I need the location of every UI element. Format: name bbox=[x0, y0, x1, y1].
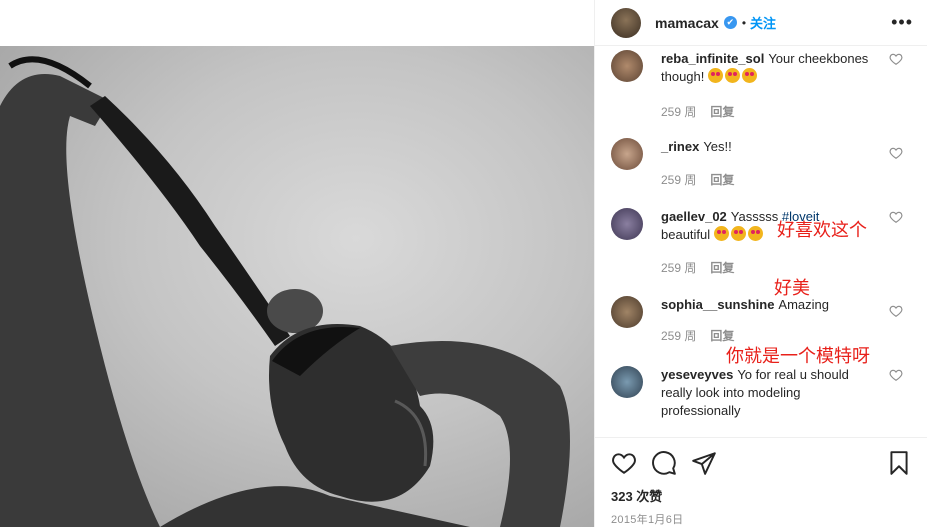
comment-time: 259 周 bbox=[661, 173, 697, 187]
post-sidebar: mamacax ✔ • 关注 ••• reba_infinite_sol Your… bbox=[594, 0, 927, 527]
commenter-username[interactable]: reba_infinite_sol bbox=[661, 51, 764, 66]
heart-eyes-emoji bbox=[730, 226, 746, 241]
heart-eyes-emoji bbox=[742, 68, 757, 83]
heart-eyes-emoji bbox=[725, 68, 740, 83]
heart-eyes-emoji bbox=[747, 226, 763, 241]
reply-button[interactable]: 回复 bbox=[710, 105, 734, 119]
commenter-username[interactable]: gaellev_02 bbox=[661, 209, 727, 224]
commenter-username[interactable]: yeseveyves bbox=[661, 367, 733, 382]
commenter-avatar[interactable] bbox=[611, 50, 643, 82]
commenter-username[interactable]: sophia__sunshine bbox=[661, 297, 774, 312]
commenter-avatar[interactable] bbox=[611, 296, 643, 328]
post-media bbox=[0, 0, 594, 527]
share-icon[interactable] bbox=[691, 450, 717, 476]
author-avatar[interactable] bbox=[611, 7, 641, 38]
commenter-avatar[interactable] bbox=[611, 366, 643, 398]
comment-icon[interactable] bbox=[651, 450, 677, 476]
comments-list[interactable]: reba_infinite_sol Your cheekbones though!… bbox=[595, 46, 927, 436]
comment-content: Yasssss bbox=[730, 209, 779, 224]
commenter-username[interactable]: _rinex bbox=[661, 139, 699, 154]
annotation-note-3: 你就是一个模特呀 bbox=[726, 346, 870, 367]
post-photo[interactable] bbox=[0, 46, 594, 527]
annotation-note-1: 好喜欢这个 bbox=[777, 220, 867, 241]
comment-like-icon[interactable] bbox=[889, 368, 903, 382]
action-icons bbox=[611, 450, 912, 478]
comment-time: 259 周 bbox=[661, 105, 697, 119]
comment-text: yeseveyves Yo for real u should really lo… bbox=[661, 366, 871, 420]
post-actions: 323 次赞 2015年1月6日 bbox=[595, 437, 927, 527]
comment-time: 259 周 bbox=[661, 261, 697, 275]
comment-time: 259 周 bbox=[661, 329, 697, 343]
heart-eyes-emoji bbox=[708, 68, 723, 83]
comment-meta: 259 周回复 bbox=[661, 259, 748, 276]
author-username[interactable]: mamacax bbox=[655, 15, 719, 31]
comment-content: Yes!! bbox=[703, 139, 732, 154]
more-icon[interactable]: ••• bbox=[891, 12, 913, 33]
reply-button[interactable]: 回复 bbox=[710, 329, 734, 343]
reply-button[interactable]: 回复 bbox=[710, 261, 734, 275]
comment-meta: 259 周回复 bbox=[661, 103, 748, 120]
heart-eyes-emoji bbox=[713, 226, 729, 241]
commenter-avatar[interactable] bbox=[611, 208, 643, 240]
comment-like-icon[interactable] bbox=[889, 146, 903, 160]
heart-icon[interactable] bbox=[611, 450, 637, 476]
comment-text: _rinex Yes!! bbox=[661, 138, 871, 156]
photo-illustration bbox=[0, 56, 570, 527]
likes-count[interactable]: 323 次赞 bbox=[611, 486, 912, 505]
comment-text: reba_infinite_sol Your cheekbones though! bbox=[661, 50, 871, 86]
commenter-avatar[interactable] bbox=[611, 138, 643, 170]
comment-meta: 259 周回复 bbox=[661, 171, 748, 188]
comment-content-2: beautiful bbox=[661, 227, 711, 242]
header-separator: • bbox=[741, 15, 747, 30]
verified-icon: ✔ bbox=[723, 16, 737, 29]
post-date: 2015年1月6日 bbox=[611, 514, 684, 526]
follow-button[interactable]: 关注 bbox=[750, 13, 776, 32]
annotation-note-2: 好美 bbox=[774, 278, 810, 299]
comment-text: sophia__sunshine Amazing bbox=[661, 296, 871, 314]
bookmark-icon[interactable] bbox=[886, 450, 912, 476]
reply-button[interactable]: 回复 bbox=[710, 173, 734, 187]
comment-like-icon[interactable] bbox=[889, 304, 903, 318]
post-header: mamacax ✔ • 关注 ••• bbox=[595, 0, 927, 46]
comment-like-icon[interactable] bbox=[889, 210, 903, 224]
comment-like-icon[interactable] bbox=[889, 52, 903, 66]
